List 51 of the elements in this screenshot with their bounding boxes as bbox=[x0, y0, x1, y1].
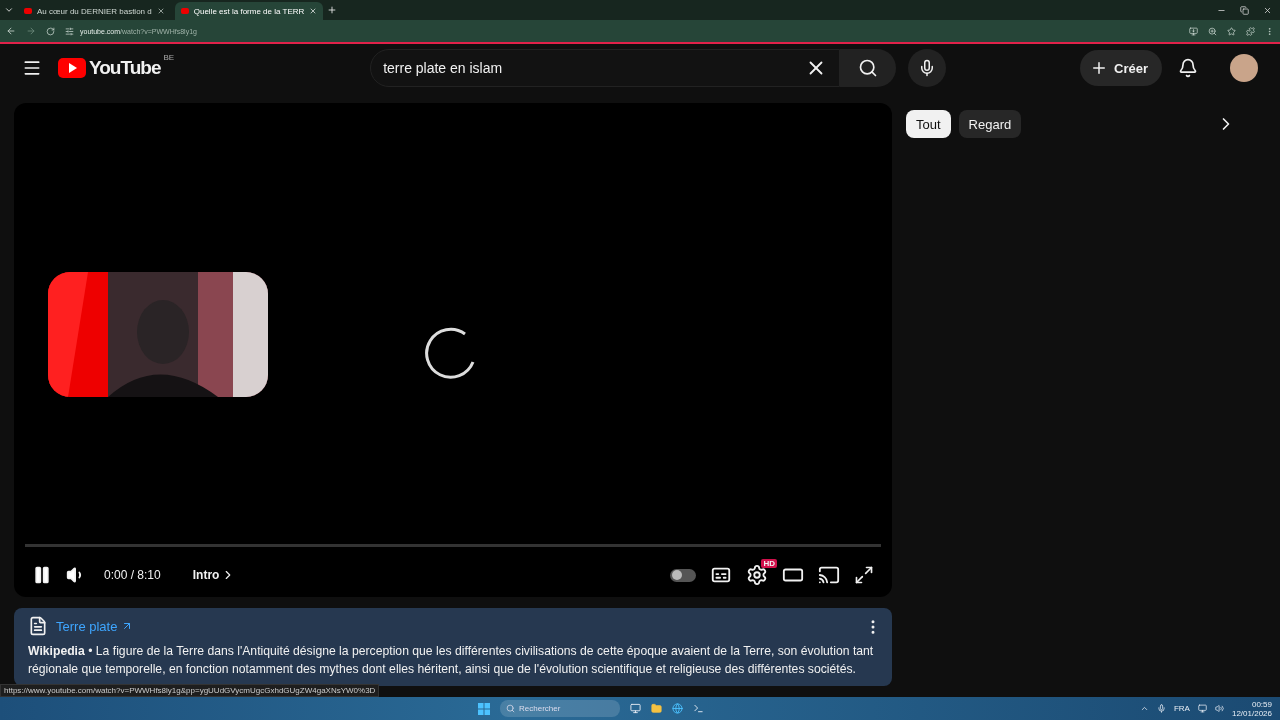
monitor-icon[interactable] bbox=[630, 703, 641, 714]
globe-icon[interactable] bbox=[672, 703, 683, 714]
fullscreen-icon[interactable] bbox=[854, 565, 874, 585]
chapter-button[interactable]: Intro bbox=[192, 568, 236, 582]
reload-icon[interactable] bbox=[46, 26, 55, 36]
back-icon[interactable] bbox=[6, 26, 16, 36]
extensions-icon[interactable] bbox=[1246, 26, 1255, 36]
create-button[interactable]: Créer bbox=[1080, 50, 1162, 86]
play-logo-icon bbox=[180, 8, 189, 14]
search-button[interactable] bbox=[840, 49, 897, 87]
language-indicator[interactable]: FRA bbox=[1173, 704, 1190, 713]
new-tab-icon[interactable] bbox=[327, 5, 338, 15]
play-logo-icon bbox=[58, 58, 86, 78]
play-logo-icon bbox=[24, 8, 32, 14]
voice-search-button[interactable] bbox=[908, 49, 947, 87]
zoom-icon[interactable] bbox=[1208, 26, 1217, 36]
search-icon bbox=[858, 58, 879, 78]
time-display: 0:00 / 8:10 bbox=[104, 568, 161, 582]
close-icon[interactable] bbox=[309, 7, 318, 15]
bookmark-icon[interactable] bbox=[1227, 26, 1236, 36]
tab-list-icon[interactable] bbox=[4, 5, 14, 15]
windows-icon[interactable] bbox=[478, 702, 490, 715]
restore-icon[interactable] bbox=[1240, 5, 1249, 15]
filter-chip[interactable]: Regard bbox=[958, 110, 1022, 138]
filter-chip[interactable]: Tout bbox=[906, 110, 951, 138]
autoplay-toggle[interactable] bbox=[670, 568, 696, 582]
browser-tab[interactable]: Quelle est la forme de la TERR bbox=[174, 2, 324, 20]
menu-icon[interactable] bbox=[22, 58, 42, 78]
document-icon bbox=[28, 616, 48, 636]
card-description: Wikipedia • La figure de la Terre dans l'Antiquité désigne la perception que les différentes civilisations de cette époque avaient de la Terre, son évolution tant régionale que temporelle, en fonction notamment des mythes dont elles héritent, ainsi que de l'évolution scientifique et religieuse des différentes sociétés. bbox=[28, 643, 875, 678]
site-settings-icon[interactable] bbox=[65, 26, 74, 36]
terminal-icon[interactable] bbox=[693, 703, 704, 714]
tray-icon[interactable] bbox=[1139, 704, 1149, 713]
cast-icon[interactable] bbox=[818, 564, 840, 586]
quality-badge: HD bbox=[761, 559, 777, 568]
clock[interactable]: 00:59 12/01/2026 bbox=[1231, 699, 1272, 718]
wikipedia-link[interactable]: Terre plate bbox=[56, 618, 134, 634]
settings-icon[interactable] bbox=[746, 564, 768, 586]
notifications-icon[interactable] bbox=[1178, 58, 1198, 78]
avatar[interactable] bbox=[1230, 54, 1258, 82]
pause-icon[interactable] bbox=[32, 565, 52, 585]
install-icon[interactable] bbox=[1189, 26, 1198, 36]
search-field[interactable]: terre plate en islam bbox=[370, 49, 841, 87]
close-icon[interactable] bbox=[156, 7, 165, 15]
search-icon bbox=[506, 704, 515, 713]
browser-tab[interactable]: Au cœur du DERNIER bastion d bbox=[18, 2, 171, 20]
microphone-icon[interactable] bbox=[1156, 704, 1166, 713]
status-url: https://www.youtube.com/watch?v=PWWHfs8ly1g&pp=ygUUdGVycmUgcGxhdGUgZW4gaXNsYW0%3D bbox=[0, 684, 380, 697]
network-icon[interactable] bbox=[1197, 704, 1207, 713]
folder-icon[interactable] bbox=[651, 703, 662, 714]
close-icon[interactable] bbox=[1263, 5, 1272, 15]
